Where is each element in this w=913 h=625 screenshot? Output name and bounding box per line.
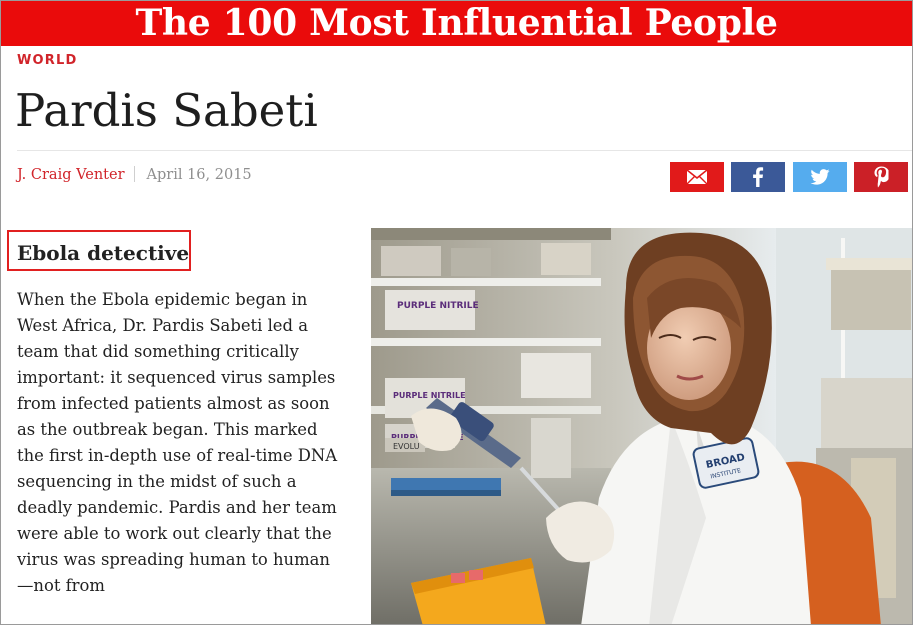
photo-box-label-4: EVOLU — [393, 442, 420, 451]
publish-date: April 16, 2015 — [146, 167, 252, 183]
scientist-lab-photo: PURPLE NITRILE PURPLE NITRILE PURPLE NIT… — [371, 228, 912, 624]
photo-box-label-2: PURPLE NITRILE — [393, 391, 466, 400]
divider — [17, 150, 912, 151]
share-facebook-button[interactable] — [731, 162, 785, 192]
facebook-icon — [753, 167, 764, 187]
banner-title: The 100 Most Influential People — [1, 1, 912, 46]
byline-separator — [133, 166, 135, 182]
article-subhead: Ebola detective — [17, 241, 190, 265]
share-twitter-button[interactable] — [793, 162, 847, 192]
photo-box-label: PURPLE NITRILE — [397, 301, 479, 311]
page-frame: The 100 Most Influential People WORLD Pa… — [0, 0, 913, 625]
article-title: Pardis Sabeti — [15, 84, 318, 137]
share-email-button[interactable] — [670, 162, 724, 192]
byline: J. Craig Venter April 16, 2015 — [17, 165, 252, 185]
twitter-icon — [810, 169, 830, 185]
section-link[interactable]: WORLD — [17, 53, 77, 68]
author-link[interactable]: J. Craig Venter — [17, 167, 125, 183]
article-photo[interactable]: PURPLE NITRILE PURPLE NITRILE PURPLE NIT… — [371, 228, 912, 624]
pinterest-icon — [874, 166, 889, 188]
share-pinterest-button[interactable] — [854, 162, 908, 192]
envelope-icon — [687, 170, 707, 184]
article-body: When the Ebola epidemic began in West Af… — [17, 290, 338, 595]
